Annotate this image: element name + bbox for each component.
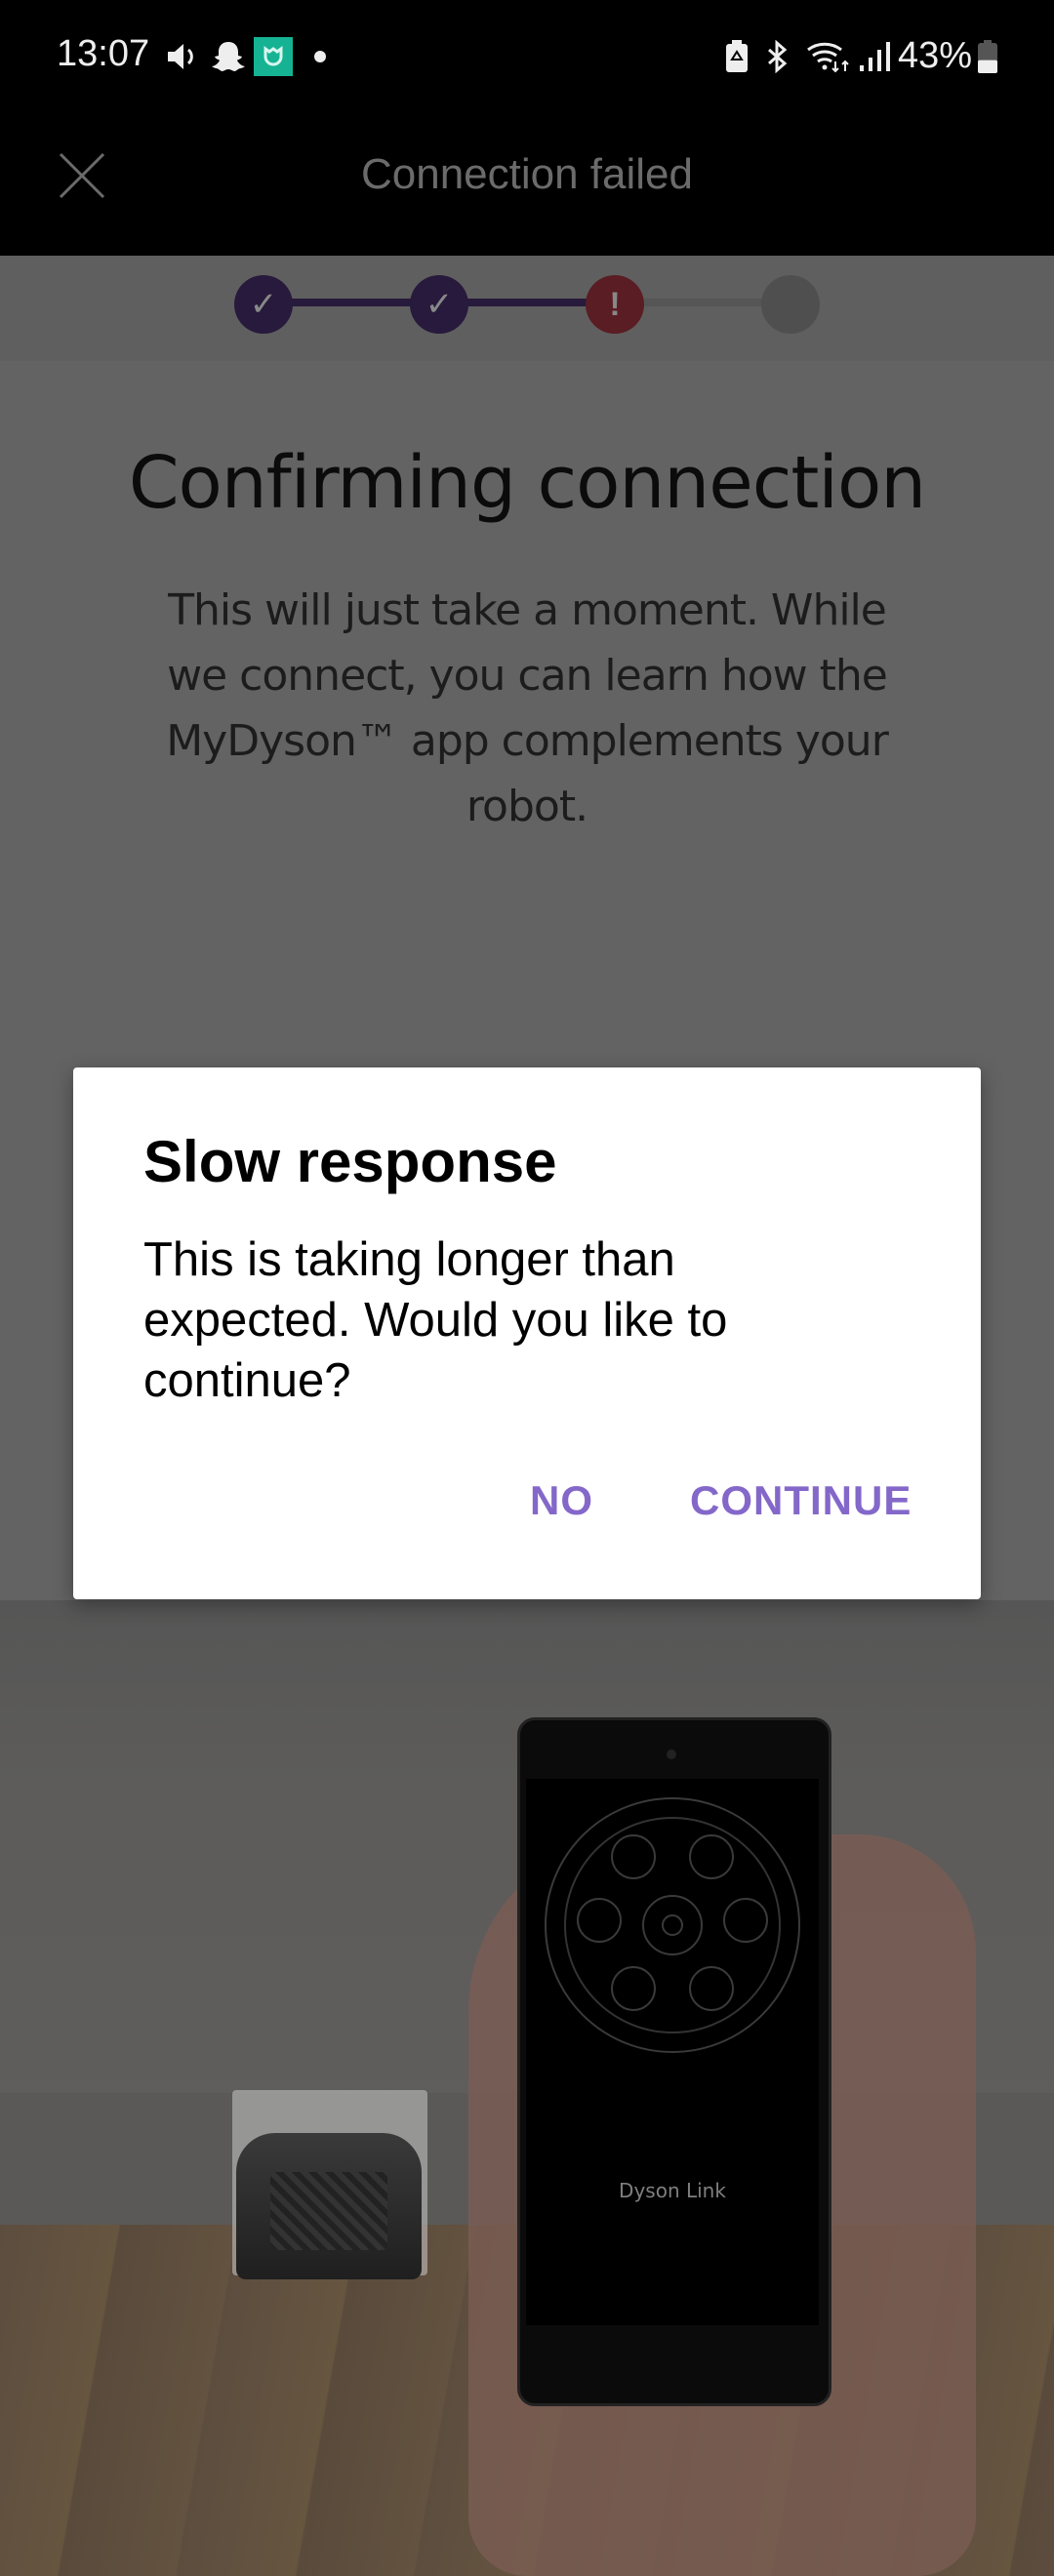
- phone-image: Dyson Link: [517, 1717, 831, 2406]
- check-icon: ✓: [249, 286, 278, 323]
- battery-saver-icon: [724, 39, 750, 74]
- step-4: [761, 275, 820, 334]
- dialog-title: Slow response: [143, 1129, 557, 1194]
- snapchat-icon: [209, 39, 248, 74]
- page-heading: Confirming connection: [128, 441, 926, 525]
- signal-icon: [857, 39, 892, 74]
- illustration: Dyson Link: [0, 1600, 1054, 2576]
- slow-response-dialog: Slow response This is taking longer than…: [73, 1067, 981, 1599]
- robot-vacuum-image: [236, 2133, 422, 2279]
- progress-stepper: ✓ ✓ !: [0, 256, 1054, 361]
- phone-camera: [667, 1750, 676, 1759]
- check-icon: ✓: [425, 286, 454, 323]
- robot-schematic-icon: [545, 1797, 800, 2053]
- wifi-icon: [806, 39, 853, 74]
- status-time: 13:07: [57, 33, 150, 74]
- battery-icon: [976, 39, 999, 74]
- mi-home-icon: [254, 37, 293, 76]
- status-bar: 13:07 43%: [0, 0, 1054, 115]
- step-2: ✓: [410, 275, 468, 334]
- step-1: ✓: [234, 275, 293, 334]
- no-button[interactable]: NO: [530, 1477, 593, 1524]
- dialog-message: This is taking longer than expected. Wou…: [143, 1233, 728, 1407]
- page-description: This will just take a moment. While we c…: [166, 585, 889, 831]
- app-bar-title: Connection failed: [360, 150, 693, 198]
- app-bar: Connection failed: [0, 115, 1054, 256]
- battery-percent: 43%: [898, 35, 973, 76]
- bluetooth-icon: [763, 39, 792, 74]
- phone-screen-label: Dyson Link: [619, 2179, 726, 2202]
- step-3: !: [586, 275, 644, 334]
- notification-dot-icon: [314, 39, 326, 74]
- continue-button[interactable]: CONTINUE: [690, 1477, 912, 1524]
- volume-icon: [164, 39, 203, 74]
- exclamation-icon: !: [609, 285, 621, 323]
- phone-screen: Dyson Link: [526, 1779, 819, 2325]
